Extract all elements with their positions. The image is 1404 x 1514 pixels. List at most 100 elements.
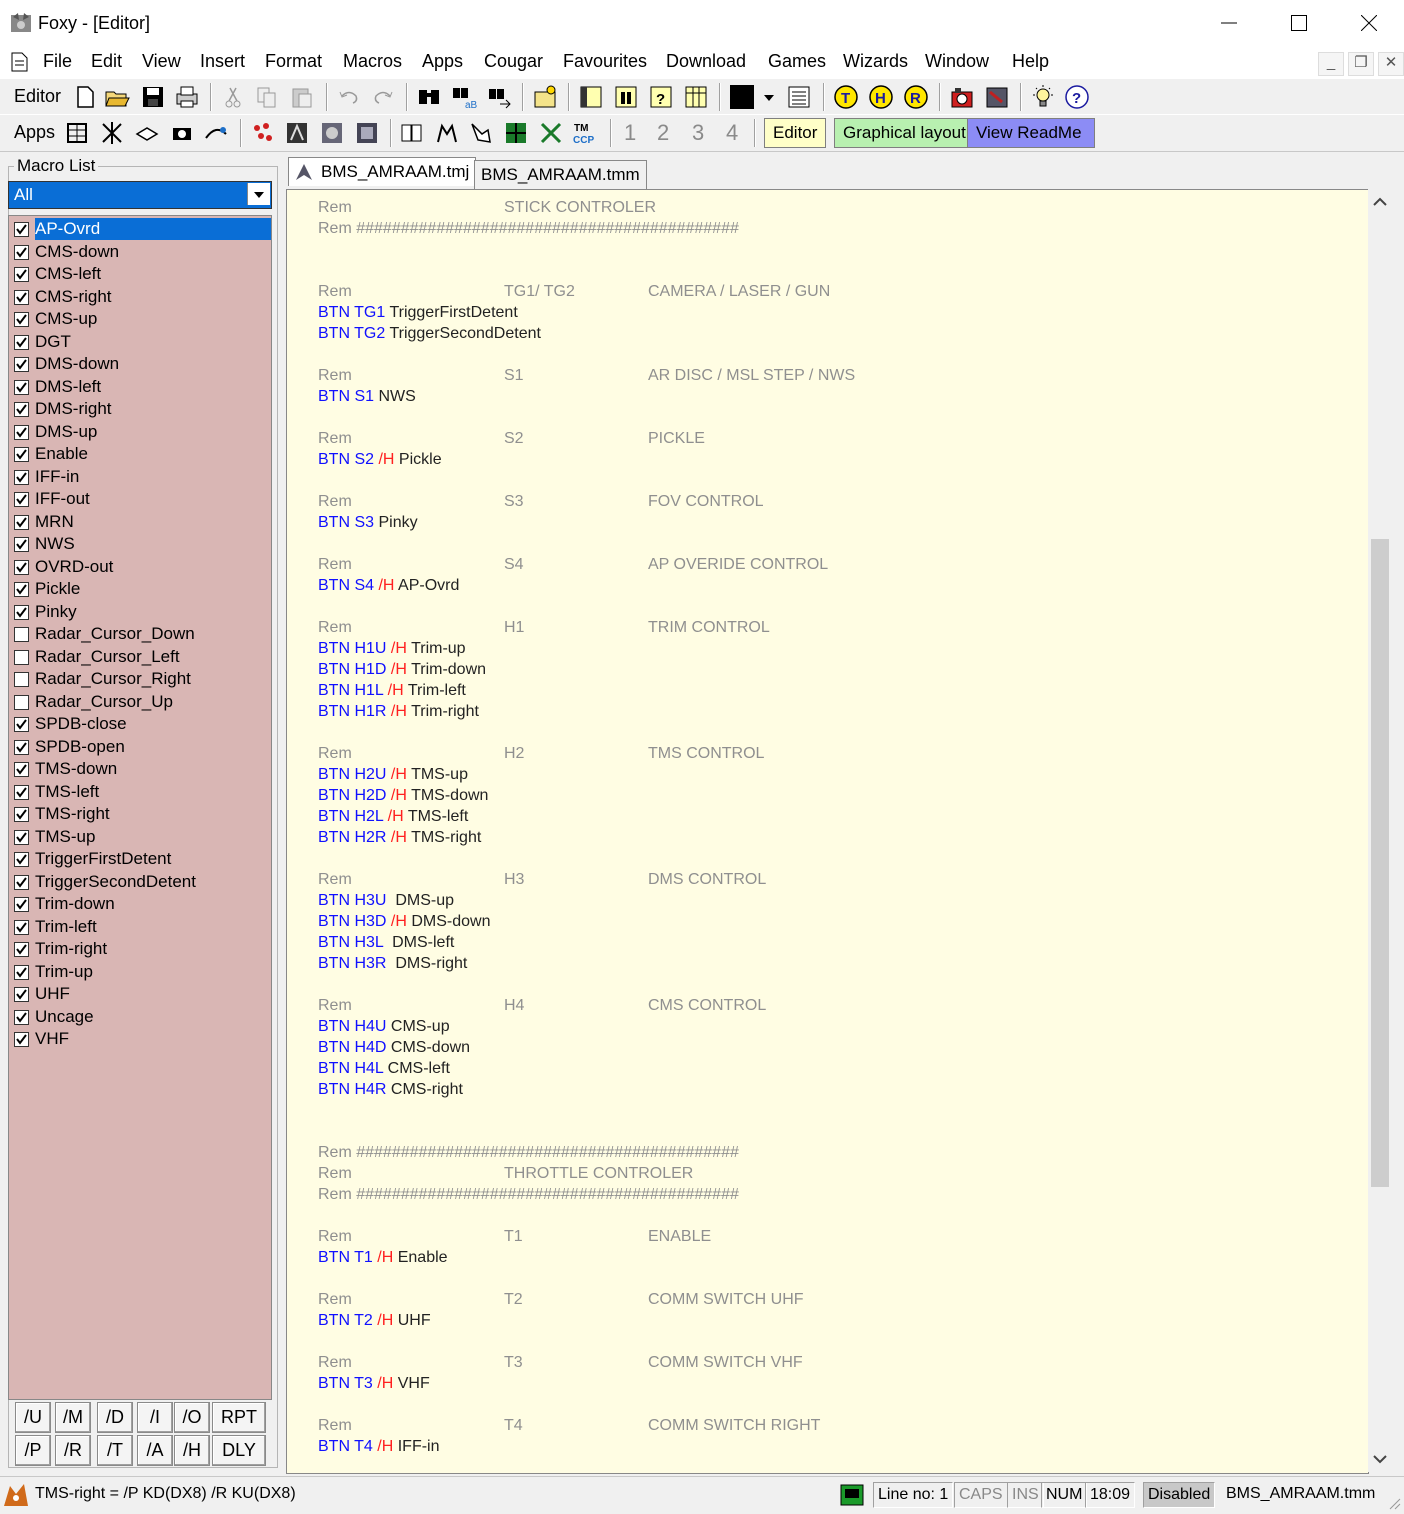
view-readme-button[interactable]: View ReadMe [967, 118, 1095, 148]
checkbox-checked[interactable] [14, 222, 29, 237]
app11-icon[interactable] [434, 120, 460, 146]
modifier-r-button[interactable]: /R [55, 1435, 91, 1466]
lightbulb-icon[interactable] [1030, 84, 1056, 110]
menu-format[interactable]: Format [265, 51, 322, 72]
list-item[interactable]: TriggerSecondDetent [9, 871, 271, 893]
macro-filter-select[interactable]: All [8, 181, 272, 209]
menu-window[interactable]: Window [925, 51, 989, 72]
list-item[interactable]: TMS-left [9, 781, 271, 803]
graphical-layout-button[interactable]: Graphical layout [834, 118, 975, 148]
checkbox-checked[interactable] [14, 469, 29, 485]
open-folder-icon[interactable] [104, 84, 130, 110]
mdi-close-button[interactable]: ✕ [1378, 52, 1404, 76]
checkbox-checked[interactable] [14, 357, 29, 372]
modifier-a-button[interactable]: /A [137, 1435, 173, 1466]
checkbox-checked[interactable] [14, 1032, 29, 1047]
dropdown-arrow[interactable] [247, 183, 270, 205]
modifier-d-button[interactable]: /D [97, 1402, 133, 1433]
checkbox-unchecked[interactable] [14, 627, 29, 642]
list-item[interactable]: CMS-up [9, 308, 271, 330]
layout-1-button[interactable]: 1 [624, 120, 636, 146]
list-item[interactable]: DMS-left [9, 376, 271, 398]
h-circle-icon[interactable]: H [868, 84, 894, 110]
rpt-button[interactable]: RPT [212, 1402, 266, 1433]
list-item[interactable]: Radar_Cursor_Right [9, 668, 271, 690]
list-item[interactable]: Trim-right [9, 938, 271, 960]
app6-icon[interactable] [249, 120, 275, 146]
checkbox-unchecked[interactable] [14, 694, 29, 710]
list-item[interactable]: Radar_Cursor_Left [9, 646, 271, 668]
help-icon[interactable]: ? [1064, 84, 1090, 110]
checkbox-checked[interactable] [14, 402, 29, 417]
dly-button[interactable]: DLY [212, 1435, 266, 1466]
modifier-m-button[interactable]: /M [55, 1402, 91, 1433]
list-item[interactable]: IFF-out [9, 488, 271, 510]
list-item[interactable]: VHF [9, 1028, 271, 1050]
r-circle-icon[interactable]: R [903, 84, 929, 110]
app2-icon[interactable] [99, 120, 125, 146]
list-item[interactable]: SPDB-open [9, 736, 271, 758]
tmccp-icon[interactable]: TMCCP [572, 120, 598, 146]
checkbox-checked[interactable] [14, 762, 29, 777]
menu-apps[interactable]: Apps [422, 51, 463, 72]
menu-view[interactable]: View [142, 51, 181, 72]
modifier-h-button[interactable]: /H [174, 1435, 210, 1466]
mdi-restore-button[interactable]: ❐ [1348, 52, 1374, 76]
checkbox-checked[interactable] [14, 514, 29, 530]
menu-download[interactable]: Download [666, 51, 746, 72]
list-item[interactable]: DMS-right [9, 398, 271, 420]
panel-icon[interactable] [578, 84, 604, 110]
checkbox-checked[interactable] [14, 289, 29, 305]
checkbox-checked[interactable] [14, 1009, 29, 1025]
checkbox-checked[interactable] [14, 537, 29, 552]
editor-scrollbar[interactable] [1368, 189, 1392, 1472]
color-picker-icon[interactable] [729, 84, 755, 110]
checkbox-checked[interactable] [14, 267, 29, 282]
menu-favourites[interactable]: Favourites [563, 51, 647, 72]
list-item[interactable]: TMS-down [9, 758, 271, 780]
replace-icon[interactable]: aB [451, 84, 477, 110]
undo-icon[interactable] [336, 84, 362, 110]
menu-macros[interactable]: Macros [343, 51, 402, 72]
list-item[interactable]: Uncage [9, 1006, 271, 1028]
checkbox-checked[interactable] [14, 717, 29, 732]
checkbox-checked[interactable] [14, 739, 29, 755]
checkbox-checked[interactable] [14, 604, 29, 620]
redo-icon[interactable] [370, 84, 396, 110]
find-next-icon[interactable] [486, 84, 512, 110]
camera-red-icon[interactable] [949, 84, 975, 110]
list-item[interactable]: TMS-up [9, 826, 271, 848]
close-button[interactable] [1334, 0, 1404, 46]
paste-icon[interactable] [289, 84, 315, 110]
checkbox-checked[interactable] [14, 492, 29, 507]
checkbox-unchecked[interactable] [14, 649, 29, 665]
app10-icon[interactable] [399, 120, 425, 146]
device-icon[interactable] [984, 84, 1010, 110]
column-icon[interactable] [613, 84, 639, 110]
checkbox-checked[interactable] [14, 874, 29, 890]
list-item[interactable]: CMS-left [9, 263, 271, 285]
list-item[interactable]: Enable [9, 443, 271, 465]
maximize-button[interactable] [1264, 0, 1334, 46]
scrollbar-thumb[interactable] [1371, 539, 1389, 1187]
list-item[interactable]: TMS-right [9, 803, 271, 825]
list-item[interactable]: Trim-up [9, 961, 271, 983]
insert-image-icon[interactable] [532, 84, 558, 110]
list-item[interactable]: Radar_Cursor_Down [9, 623, 271, 645]
list-item[interactable]: CMS-right [9, 286, 271, 308]
app14-icon[interactable] [538, 120, 564, 146]
modifier-i-button[interactable]: /I [137, 1402, 173, 1433]
list-item[interactable]: Radar_Cursor_Up [9, 691, 271, 713]
menu-insert[interactable]: Insert [200, 51, 245, 72]
list-item[interactable]: Trim-down [9, 893, 271, 915]
app12-icon[interactable] [468, 120, 494, 146]
minimize-button[interactable] [1194, 0, 1264, 46]
menu-file[interactable]: File [43, 51, 72, 72]
checkbox-checked[interactable] [14, 244, 29, 260]
list-item[interactable]: NWS [9, 533, 271, 555]
modifier-p-button[interactable]: /P [15, 1435, 51, 1466]
list-item[interactable]: Pinky [9, 601, 271, 623]
checkbox-checked[interactable] [14, 582, 29, 597]
checkbox-checked[interactable] [14, 424, 29, 440]
list-item[interactable]: UHF [9, 983, 271, 1005]
